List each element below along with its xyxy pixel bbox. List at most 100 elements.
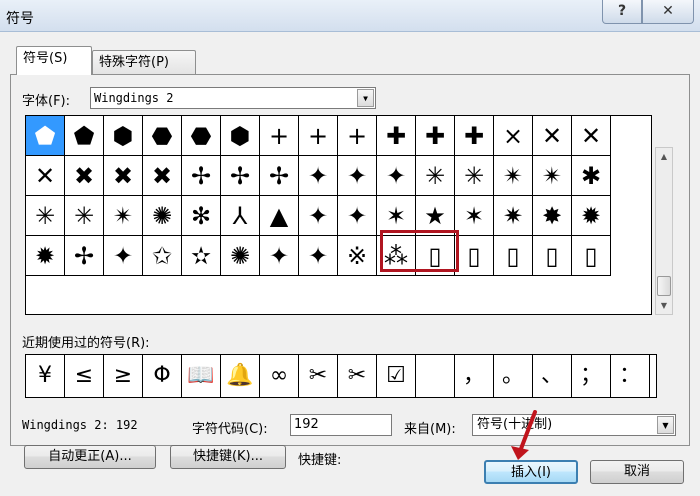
- symbol-cell[interactable]: ⬟: [65, 116, 104, 156]
- symbol-cell[interactable]: ▯: [494, 236, 533, 276]
- symbol-cell[interactable]: ✷: [494, 196, 533, 236]
- symbol-grid: ⬟ ⬟ ⬢ ⬣ ⬣ ⬢ + + + ✚ ✚ ✚ × ✕ ✕ ✕ ✖ ✖ ✖ ✢ ✢ ✢ ✦ ✦ ✦ ✳ ✳ ✴ ✴ ✱ ✳ ✳ ✴ ✺ ✻ ⅄ ▲ ✦ ✦ ✶…: [25, 115, 652, 315]
- symbol-cell[interactable]: ✴: [494, 156, 533, 196]
- symbol-cell[interactable]: ▯: [572, 236, 611, 276]
- symbol-cell[interactable]: +: [338, 116, 377, 156]
- symbol-cell[interactable]: ✦: [377, 156, 416, 196]
- symbol-cell[interactable]: ▯: [455, 236, 494, 276]
- symbol-cell[interactable]: ✳: [416, 156, 455, 196]
- tab-symbols[interactable]: 符号(S): [16, 46, 92, 75]
- symbol-cell[interactable]: ✕: [26, 156, 65, 196]
- symbol-cell[interactable]: ✢: [260, 156, 299, 196]
- scroll-down-icon[interactable]: ▼: [656, 297, 672, 314]
- symbol-cell[interactable]: ✴: [533, 156, 572, 196]
- scrollbar-thumb[interactable]: [657, 276, 671, 296]
- symbol-cell[interactable]: ✦: [299, 236, 338, 276]
- recent-symbol-cell[interactable]: ≤: [65, 355, 104, 397]
- font-dropdown-value: Wingdings 2: [94, 91, 174, 105]
- red-arrow-annotation-icon: [511, 410, 537, 460]
- chevron-down-icon[interactable]: ▼: [357, 89, 374, 107]
- symbol-cell[interactable]: ✹: [26, 236, 65, 276]
- symbol-cell[interactable]: ✺: [143, 196, 182, 236]
- symbol-cell[interactable]: +: [260, 116, 299, 156]
- cancel-button[interactable]: 取消: [590, 460, 684, 484]
- symbol-grid-scrollbar[interactable]: ▲ ▼: [655, 147, 673, 315]
- symbol-cell[interactable]: ⬢: [221, 116, 260, 156]
- recent-symbol-cell[interactable]: 📖: [182, 355, 221, 397]
- font-code-status: Wingdings 2: 192: [22, 418, 138, 432]
- symbol-cell[interactable]: ✺: [221, 236, 260, 276]
- symbol-cell[interactable]: ✚: [416, 116, 455, 156]
- symbol-cell[interactable]: ✩: [143, 236, 182, 276]
- recent-symbol-cell[interactable]: ¥: [26, 355, 65, 397]
- close-button[interactable]: ✕: [642, 0, 694, 24]
- symbol-cell[interactable]: ✦: [260, 236, 299, 276]
- shortcut-key-button[interactable]: 快捷键(K)...: [170, 445, 286, 469]
- symbol-cell[interactable]: ⬣: [182, 116, 221, 156]
- insert-button[interactable]: 插入(I): [484, 460, 578, 484]
- symbol-cell[interactable]: ▲: [260, 196, 299, 236]
- recent-symbol-cell[interactable]: Φ: [143, 355, 182, 397]
- symbol-cell[interactable]: ✢: [65, 236, 104, 276]
- symbol-dialog: 符号(S) 特殊字符(P) 字体(F): Wingdings 2 ▼ ⬟ ⬟ ⬢ ⬣ ⬣…: [0, 32, 700, 496]
- symbol-cell[interactable]: ✕: [533, 116, 572, 156]
- symbol-cell[interactable]: ⬣: [143, 116, 182, 156]
- from-label: 来自(M):: [404, 422, 456, 437]
- symbol-cell[interactable]: ✻: [182, 196, 221, 236]
- symbol-cell[interactable]: ※: [338, 236, 377, 276]
- recent-symbol-cell[interactable]: ：: [611, 355, 650, 397]
- symbol-cell[interactable]: ✦: [104, 236, 143, 276]
- recent-symbol-cell[interactable]: ✂: [338, 355, 377, 397]
- symbol-cell[interactable]: ✳: [65, 196, 104, 236]
- recent-symbol-cell[interactable]: ✂: [299, 355, 338, 397]
- symbol-cell[interactable]: ✶: [455, 196, 494, 236]
- symbol-cell[interactable]: ✕: [572, 116, 611, 156]
- shortcut-key-label: 快捷键:: [298, 453, 342, 468]
- recent-symbol-cell[interactable]: [416, 355, 455, 397]
- symbol-cell[interactable]: ⬟: [26, 116, 65, 156]
- recent-symbol-cell[interactable]: 、: [533, 355, 572, 397]
- recent-symbol-cell[interactable]: ∞: [260, 355, 299, 397]
- symbol-cell[interactable]: ✦: [338, 196, 377, 236]
- symbol-cell[interactable]: ✖: [104, 156, 143, 196]
- symbol-cell[interactable]: ✱: [572, 156, 611, 196]
- recent-symbol-cell[interactable]: ；: [572, 355, 611, 397]
- font-dropdown[interactable]: Wingdings 2 ▼: [90, 87, 376, 109]
- from-dropdown[interactable]: 符号(十进制) ▼: [472, 414, 676, 436]
- symbol-cell[interactable]: ✴: [104, 196, 143, 236]
- symbol-cell[interactable]: ✚: [455, 116, 494, 156]
- symbol-cell[interactable]: ✦: [299, 156, 338, 196]
- character-code-label: 字符代码(C):: [192, 422, 268, 437]
- symbol-cell[interactable]: ✢: [221, 156, 260, 196]
- recent-symbol-cell[interactable]: ≥: [104, 355, 143, 397]
- symbol-cell[interactable]: ✳: [455, 156, 494, 196]
- recent-symbols-list: ¥ ≤ ≥ Φ 📖 🔔 ∞ ✂ ✂ ☑，。、；：: [25, 354, 657, 398]
- symbol-cell[interactable]: ✹: [572, 196, 611, 236]
- symbol-cell[interactable]: ✫: [182, 236, 221, 276]
- recent-symbol-cell[interactable]: 。: [494, 355, 533, 397]
- symbol-cell[interactable]: ⅄: [221, 196, 260, 236]
- recent-symbol-cell[interactable]: ☑: [377, 355, 416, 397]
- help-button[interactable]: ?: [602, 0, 642, 24]
- symbol-cell[interactable]: ✚: [377, 116, 416, 156]
- symbol-cell[interactable]: ▯: [533, 236, 572, 276]
- character-code-input[interactable]: 192: [290, 414, 392, 436]
- symbol-cell[interactable]: ✖: [65, 156, 104, 196]
- title-bar: 符号 ? ✕: [0, 0, 700, 32]
- symbol-cell[interactable]: ✸: [533, 196, 572, 236]
- symbol-cell[interactable]: ✢: [182, 156, 221, 196]
- tab-special-characters[interactable]: 特殊字符(P): [92, 50, 196, 74]
- recent-symbol-cell[interactable]: ，: [455, 355, 494, 397]
- symbol-cell[interactable]: ✖: [143, 156, 182, 196]
- symbol-cell[interactable]: ⬢: [104, 116, 143, 156]
- chevron-down-icon[interactable]: ▼: [657, 416, 674, 434]
- symbol-cell[interactable]: ✦: [299, 196, 338, 236]
- symbol-cell[interactable]: ✦: [338, 156, 377, 196]
- recent-symbol-cell[interactable]: 🔔: [221, 355, 260, 397]
- window-title: 符号: [6, 11, 34, 27]
- autocorrect-button[interactable]: 自动更正(A)...: [24, 445, 156, 469]
- symbol-cell[interactable]: ×: [494, 116, 533, 156]
- scroll-up-icon[interactable]: ▲: [656, 148, 672, 165]
- symbol-cell[interactable]: +: [299, 116, 338, 156]
- symbol-cell[interactable]: ✳: [26, 196, 65, 236]
